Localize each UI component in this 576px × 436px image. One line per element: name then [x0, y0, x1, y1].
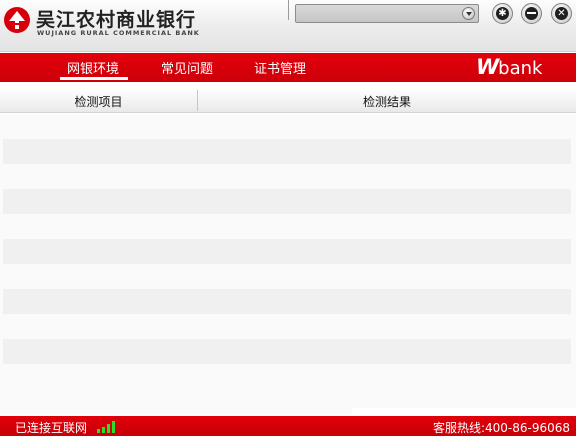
table-row [3, 289, 571, 314]
close-icon: ✕ [557, 8, 566, 19]
settings-button[interactable]: ✱ [492, 3, 513, 24]
chevron-down-icon[interactable] [462, 7, 475, 20]
signal-bar [97, 429, 100, 433]
wbank-logo: Wbank [476, 55, 542, 79]
close-icon-bg: ✕ [555, 7, 568, 20]
tab-certificate-management[interactable]: 证书管理 [254, 58, 306, 77]
table-row [3, 189, 571, 214]
title-bar: 吴江农村商业银行 WUJIANG RURAL COMMERCIAL BANK ✱… [0, 0, 576, 52]
column-header-result[interactable]: 检测结果 [198, 93, 576, 110]
wbank-logo-w: W [476, 55, 499, 79]
table-body[interactable] [0, 114, 576, 414]
table-row [3, 139, 571, 164]
wbank-logo-text: bank [498, 58, 543, 79]
table-row [3, 239, 571, 264]
minimize-icon [527, 12, 536, 14]
table-header: 检测项目 检测结果 [0, 88, 576, 113]
connection-status: 已连接互联网 [15, 421, 88, 435]
tab-faq[interactable]: 常见问题 [161, 58, 213, 77]
table-row [3, 339, 571, 364]
column-header-item[interactable]: 检测项目 [0, 93, 197, 110]
minimize-button[interactable] [521, 3, 542, 24]
service-hotline: 客服热线:400-86-96068 [432, 421, 570, 435]
signal-bar [102, 427, 105, 433]
divider [288, 0, 289, 20]
signal-bar [107, 424, 110, 433]
bank-logo-icon [4, 7, 30, 33]
nav-bar: 网银环境 常见问题 证书管理 Wbank [0, 53, 576, 82]
tab-network-environment[interactable]: 网银环境 [67, 58, 119, 77]
address-dropdown[interactable] [295, 4, 479, 23]
status-bar: 已连接互联网 客服热线:400-86-96068 [0, 416, 576, 436]
close-button[interactable]: ✕ [551, 3, 572, 24]
bank-name: 吴江农村商业银行 [36, 9, 197, 31]
bank-name-english: WUJIANG RURAL COMMERCIAL BANK [37, 29, 200, 37]
active-tab-indicator [60, 77, 128, 80]
settings-icon-bg: ✱ [496, 7, 509, 20]
signal-icon [97, 421, 117, 433]
signal-bar [112, 421, 115, 433]
settings-icon: ✱ [498, 8, 507, 19]
